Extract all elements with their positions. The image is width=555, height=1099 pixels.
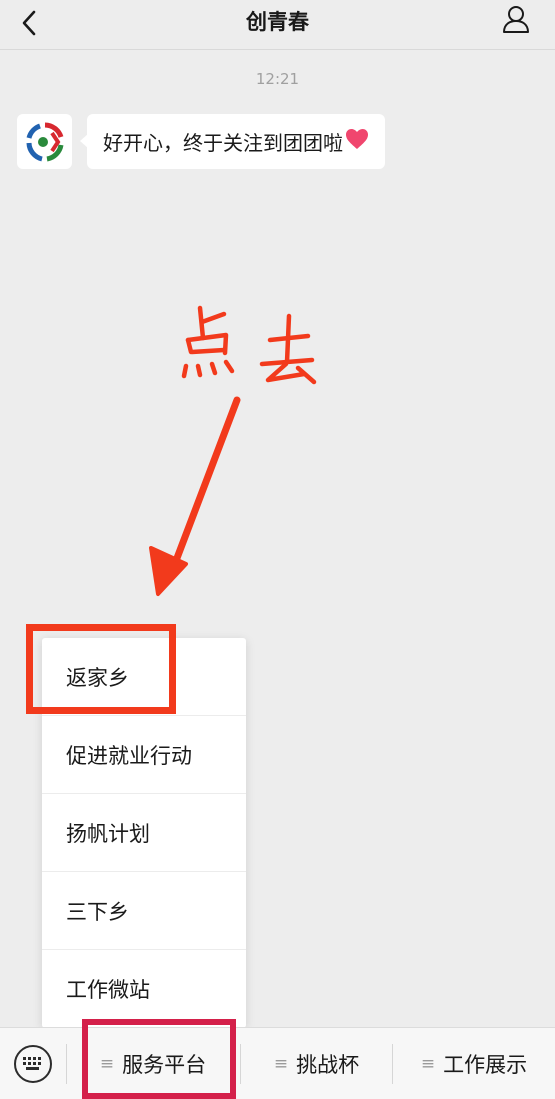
message-text: 好开心，终于关注到团团啦 <box>103 131 343 155</box>
menu-item-label: 促进就业行动 <box>66 743 192 768</box>
tab-service-platform[interactable]: ≡ 服务平台 <box>67 1028 239 1099</box>
service-platform-menu: 返家乡 促进就业行动 扬帆计划 三下乡 工作微站 <box>42 638 246 1028</box>
menu-item-work-station[interactable]: 工作微站 <box>42 950 246 1028</box>
bottom-menu-bar: ≡ 服务平台 ≡ 挑战杯 ≡ 工作展示 <box>0 1027 555 1099</box>
page-title: 创青春 <box>246 10 309 34</box>
nav-header: 创青春 <box>0 0 555 50</box>
tab-challenge-cup[interactable]: ≡ 挑战杯 <box>241 1028 392 1099</box>
tab-label: 工作展示 <box>443 1053 528 1077</box>
tab-label: 服务平台 <box>122 1053 207 1077</box>
message-bubble: 好开心，终于关注到团团啦 <box>80 114 385 169</box>
annotation-arrow <box>149 396 241 596</box>
handwritten-annotation-text <box>181 305 317 385</box>
heart-emoji-icon <box>345 128 369 155</box>
menu-item-label: 返家乡 <box>66 665 129 690</box>
menu-item-label: 扬帆计划 <box>66 821 150 846</box>
menu-item-label: 三下乡 <box>66 899 129 924</box>
menu-item-label: 工作微站 <box>66 978 150 1002</box>
youth-league-logo-icon <box>26 122 63 161</box>
tab-work-showcase[interactable]: ≡ 工作展示 <box>393 1028 555 1099</box>
menu-lines-icon: ≡ <box>99 1054 115 1074</box>
person-icon <box>503 6 529 33</box>
profile-button[interactable] <box>499 2 533 36</box>
tab-label: 挑战杯 <box>296 1053 360 1077</box>
message-timestamp: 12:21 <box>255 70 300 88</box>
menu-item-three-rural[interactable]: 三下乡 <box>42 872 246 950</box>
menu-item-sail-plan[interactable]: 扬帆计划 <box>42 794 246 872</box>
avatar[interactable] <box>17 114 72 169</box>
menu-item-employment[interactable]: 促进就业行动 <box>42 716 246 794</box>
keyboard-icon <box>23 1057 41 1070</box>
menu-item-return-home[interactable]: 返家乡 <box>42 638 246 716</box>
keyboard-toggle-button[interactable] <box>14 1045 52 1083</box>
menu-lines-icon: ≡ <box>420 1054 436 1074</box>
menu-lines-icon: ≡ <box>273 1054 289 1074</box>
